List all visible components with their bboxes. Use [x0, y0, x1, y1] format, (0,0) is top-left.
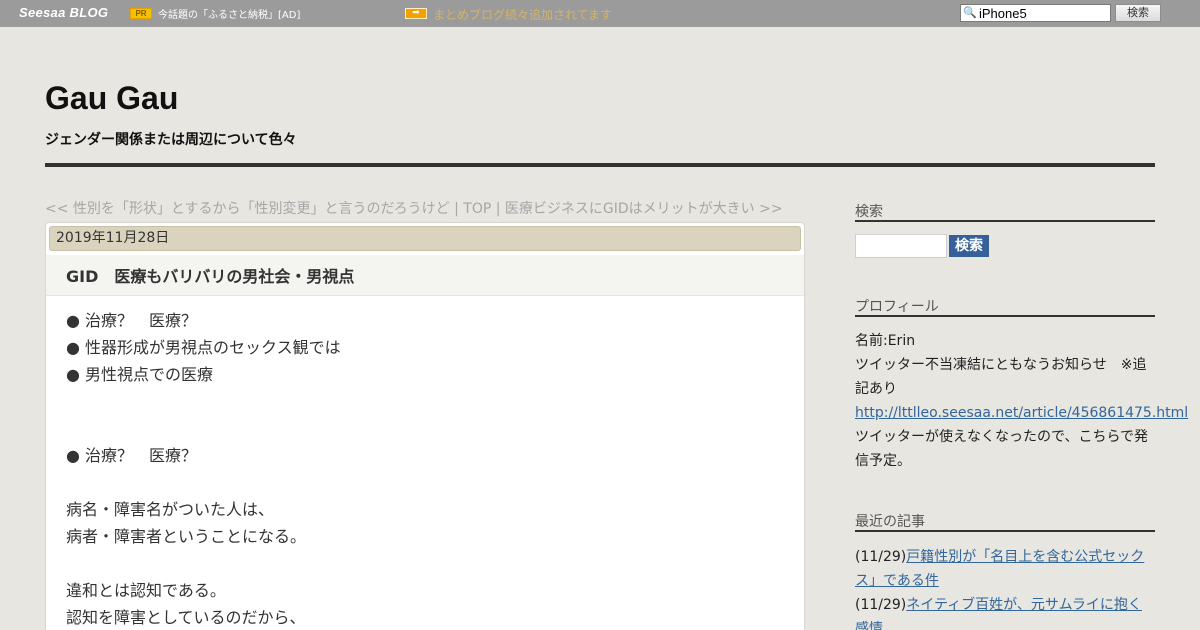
header-divider	[45, 163, 1155, 167]
sidebar-search-button[interactable]: 検索	[949, 235, 989, 257]
recent-article-date: (11/29)	[855, 597, 907, 613]
sidebar-recent-heading: 最近の記事	[855, 511, 1155, 532]
sidebar-search-input[interactable]	[855, 234, 947, 258]
article-header: GID 医療もバリバリの男社会・男視点	[46, 255, 804, 296]
article-line	[66, 415, 341, 442]
prev-article-link[interactable]: << 性別を「形状」とするから「性別変更」と言うのだろうけど	[45, 201, 450, 217]
top-search-input[interactable]	[979, 5, 1109, 21]
top-search-button[interactable]: 検索	[1115, 4, 1161, 22]
arrow-right-icon: ➡	[405, 8, 427, 19]
profile-section: 名前:Erin ツイッター不当凍結にともなうお知らせ ※追記あり http://…	[855, 329, 1188, 473]
recent-article-date: (11/29)	[855, 549, 907, 565]
next-article-link[interactable]: 医療ビジネスにGIDはメリットが大きい >>	[505, 201, 783, 217]
sidebar-search-heading: 検索	[855, 201, 1155, 222]
article-line: ● 性器形成が男視点のセックス観では	[66, 338, 341, 357]
profile-article-link[interactable]: http://lttlleo.seesaa.net/article/456861…	[855, 405, 1188, 421]
recent-articles-list: (11/29)戸籍性別が「名目上を含む公式セックス」である件 (11/29)ネイ…	[855, 545, 1155, 630]
pr-ad-link[interactable]: 今話題の「ふるさと納税」[AD]	[158, 6, 300, 21]
magnifier-icon: 🔍	[963, 6, 977, 19]
recent-article-item: (11/29)戸籍性別が「名目上を含む公式セックス」である件	[855, 545, 1155, 593]
seesaa-blog-logo[interactable]: Seesaa BLOG	[19, 5, 108, 20]
article-line	[66, 388, 341, 415]
article-line	[66, 469, 341, 496]
article-line: 病名・障害名がついた人は、	[66, 500, 275, 519]
article-line: 病者・障害者ということになる。	[66, 527, 307, 546]
profile-notice: ツイッター不当凍結にともなうお知らせ ※追記あり	[855, 357, 1147, 397]
article-line: 違和とは認知である。	[66, 581, 226, 600]
article-line: ● 治療？ 医療？	[66, 446, 198, 465]
nav-separator: |	[449, 201, 464, 217]
top-toolbar: Seesaa BLOG PR 今話題の「ふるさと納税」[AD] ➡ まとめブログ…	[0, 0, 1200, 27]
article-line: ● 男性視点での医療	[66, 365, 214, 384]
article-line	[66, 550, 341, 577]
sidebar-profile-heading: プロフィール	[855, 296, 1155, 317]
site-description: ジェンダー関係または周辺について色々	[45, 132, 297, 148]
nav-separator: |	[491, 201, 505, 217]
recent-article-item: (11/29)ネイティブ百姓が、元サムライに抱く感情	[855, 593, 1155, 630]
site-title[interactable]: Gau Gau	[45, 80, 178, 117]
pr-badge: PR	[130, 8, 152, 19]
article-line: 認知を障害としているのだから、	[66, 608, 306, 627]
top-search-box: 🔍	[960, 4, 1111, 22]
article-body: ● 治療？ 医療？ ● 性器形成が男視点のセックス観では ● 男性視点での医療 …	[66, 307, 341, 630]
matome-news-link[interactable]: まとめブログ続々追加されてます	[433, 6, 612, 23]
article-title[interactable]: GID 医療もバリバリの男社会・男視点	[66, 263, 354, 287]
article-card: 2019年11月28日 GID 医療もバリバリの男社会・男視点 ● 治療？ 医療…	[45, 222, 805, 630]
article-date: 2019年11月28日	[49, 226, 801, 251]
article-navigation: << 性別を「形状」とするから「性別変更」と言うのだろうけど | TOP | 医…	[45, 198, 783, 218]
top-link[interactable]: TOP	[463, 201, 491, 217]
article-line: ● 治療？ 医療？	[66, 311, 198, 330]
profile-note: ツイッターが使えなくなったので、こちらで発信予定。	[855, 429, 1149, 469]
profile-name: 名前:Erin	[855, 333, 916, 349]
